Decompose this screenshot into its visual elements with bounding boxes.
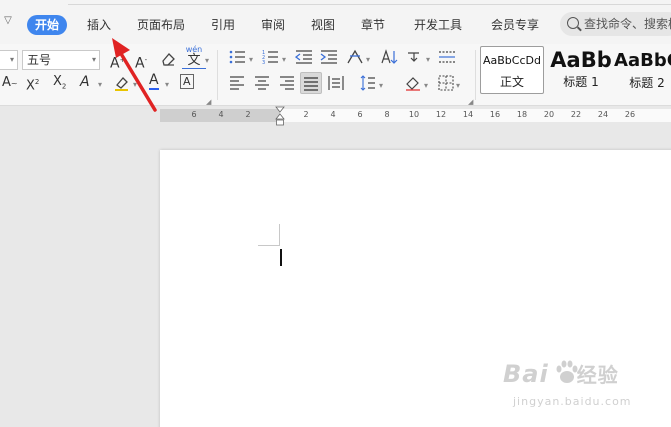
dropdown-arrow-icon: ▾ [9,55,14,64]
text-cursor [280,249,282,266]
ruler-tick: 26 [624,110,636,119]
tab-home[interactable]: 开始 [27,15,68,35]
watermark-url: jingyan.baidu.com [513,395,632,408]
ruler-tick: 20 [543,110,555,119]
line-spacing-icon[interactable] [360,75,376,91]
group-divider [475,50,476,100]
tab-section[interactable]: 章节 [361,15,385,35]
style-label: 标题 2 [629,76,665,90]
pinyin-char: 文 [182,54,206,69]
show-marks-icon[interactable] [405,49,423,65]
tab-member[interactable]: 会员专享 [491,15,539,35]
style-preview: AaBb [550,48,612,72]
ruler-tick: 4 [330,110,336,119]
superscript-label: X [26,78,35,94]
tab-review[interactable]: 审阅 [261,15,285,35]
style-heading-2[interactable]: AaBbC 标题 2 [612,46,671,94]
margin-corner-mark [258,245,280,246]
ruler-tick: 18 [516,110,528,119]
dropdown-arrow-icon[interactable]: ▾ [456,78,460,94]
subscript-button[interactable]: X2 [53,74,66,95]
shading-icon[interactable] [404,75,422,91]
tab-view[interactable]: 视图 [311,15,335,35]
increase-indent-icon[interactable] [320,49,338,65]
ruler-tick: 12 [435,110,447,119]
ruler-tick: 10 [408,110,420,119]
menu-collapse-button[interactable]: ▽ [2,15,14,31]
indent-marker-icon[interactable] [275,106,285,126]
paw-logo-icon [556,360,578,383]
ruler-tick: 2 [303,110,309,119]
annotation-arrow-icon [112,38,157,112]
text-effect-icon[interactable]: A~ [2,75,18,92]
style-preview: AaBbCcDd [483,54,541,67]
ruler-tick: 24 [597,110,609,119]
dropdown-arrow-icon[interactable]: ▾ [426,52,430,68]
chevron-down-icon: ▽ [4,15,12,26]
dropdown-arrow-icon[interactable]: ▾ [249,52,253,68]
style-preview: AaBbC [614,50,671,71]
ruler-tick: 2 [245,110,251,119]
ruler-tick: 22 [570,110,582,119]
char-border-label: A [183,75,191,88]
numbered-list-icon[interactable]: 123 [262,49,280,66]
font-name-select[interactable]: ▾ [0,50,18,70]
dropdown-arrow-icon[interactable]: ▾ [205,53,209,69]
margin-corner-mark [279,224,280,246]
style-heading-1[interactable]: AaBb 标题 1 [546,46,616,94]
justify-button[interactable] [300,72,322,94]
dropdown-arrow-icon: ▾ [91,55,96,64]
dropdown-arrow-icon[interactable]: ▾ [282,52,286,68]
distributed-align-icon[interactable] [328,75,344,91]
ruler-tick: 14 [462,110,474,119]
ruler-tick: 6 [191,110,197,119]
align-left-icon[interactable] [229,75,245,91]
title-bar-edge [68,0,671,5]
bullet-list-icon[interactable] [229,49,247,65]
style-normal[interactable]: AaBbCcDd 正文 [480,46,544,94]
chinese-layout-icon[interactable] [346,49,364,65]
align-right-icon[interactable] [279,75,295,91]
tab-references[interactable]: 引用 [211,15,235,35]
svg-text:3: 3 [262,60,265,65]
text-outline-icon[interactable]: A [80,74,90,90]
font-size-value: 五号 [27,53,52,67]
align-center-icon[interactable] [254,75,270,91]
tab-developer[interactable]: 开发工具 [414,15,462,35]
borders-icon[interactable] [438,75,454,91]
font-size-select[interactable]: 五号 ▾ [22,50,100,70]
ruler-tick: 6 [357,110,363,119]
style-label: 标题 1 [563,75,599,89]
table-lines-icon[interactable] [438,49,456,65]
subscript-label: X [53,74,62,89]
ruler-tick: 16 [489,110,501,119]
search-placeholder: 查找命令、搜索模 [584,17,671,31]
watermark: Bai 经验 jingyan.baidu.com [503,355,663,415]
superscript-button[interactable]: X2 [26,74,39,94]
sort-icon[interactable] [380,49,398,65]
pinyin-guide-button[interactable]: wén 文 [182,45,206,69]
char-border-button[interactable]: A [180,74,194,89]
search-icon [567,17,579,29]
dropdown-arrow-icon[interactable]: ▾ [366,52,370,68]
ruler-tick: 8 [384,110,390,119]
dropdown-arrow-icon[interactable]: ▾ [424,78,428,94]
dropdown-arrow-icon[interactable]: ▾ [379,78,383,94]
ruler-tick: 4 [218,110,224,119]
group-divider [217,50,218,100]
justify-icon [304,77,318,91]
command-search-input[interactable]: 查找命令、搜索模 [560,12,671,36]
decrease-indent-icon[interactable] [294,49,313,65]
style-label: 正文 [499,75,524,89]
